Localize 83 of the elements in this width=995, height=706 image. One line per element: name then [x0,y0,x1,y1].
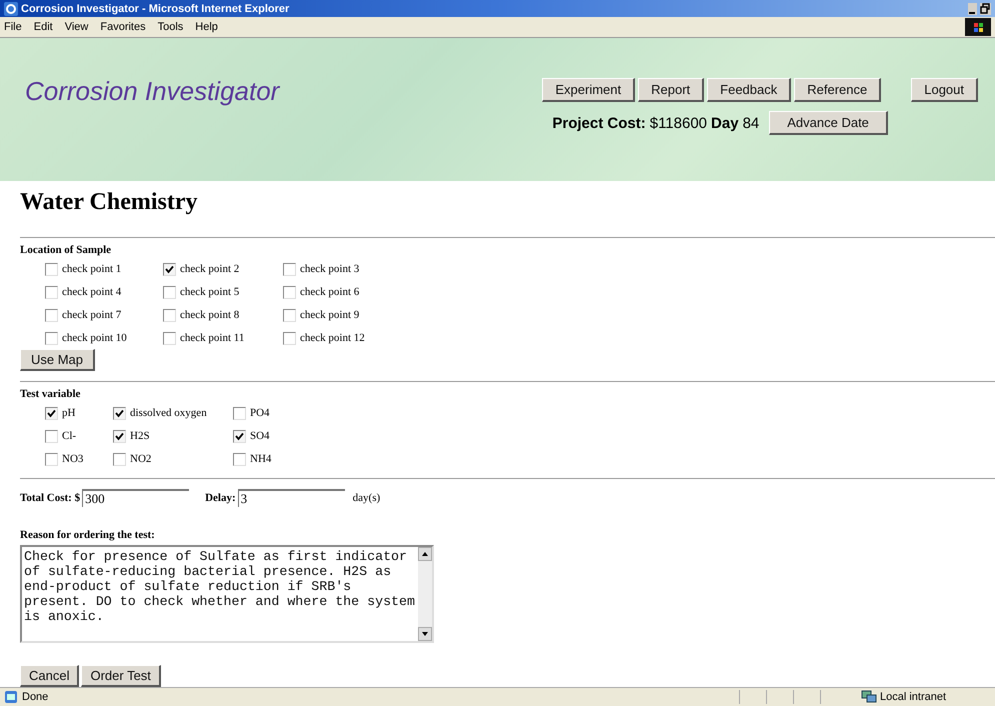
advance-date-button[interactable]: Advance Date [769,111,888,135]
checkbox-label: check point 6 [300,286,360,298]
form-button[interactable]: Cancel [20,665,80,687]
menu-item[interactable]: View [64,21,88,33]
checkbox-label: check point 11 [180,332,244,344]
checkbox[interactable] [45,286,58,298]
checkbox[interactable] [283,308,296,322]
window-title: Corrosion Investigator - Microsoft Internet Explorer [21,2,290,14]
menu-item[interactable]: Help [195,21,218,33]
checkbox-label: SO4 [250,430,270,442]
checkbox-label: pH [62,407,76,419]
checkbox[interactable] [113,406,126,420]
menu-item[interactable]: File [4,21,22,33]
checkbox-label: H2S [130,430,150,442]
checkbox[interactable] [113,430,126,442]
nav-button[interactable]: Reference [794,78,882,102]
nav-button[interactable]: Feedback [707,78,792,102]
menu-item[interactable]: Edit [34,21,53,33]
page-icon [4,690,18,704]
checkbox[interactable] [45,308,58,322]
checkbox[interactable] [283,262,296,276]
scrollbar[interactable] [418,547,432,641]
scroll-down-icon[interactable] [418,627,432,641]
menu-item[interactable]: Favorites [100,21,146,33]
zone-text: Local intranet [880,691,946,703]
checkbox-label: NO2 [130,453,152,465]
checkbox-label: check point 5 [180,286,240,298]
total-cost-label: Total Cost: $ [20,492,80,504]
checkbox-label: check point 12 [300,332,365,344]
checkbox[interactable] [45,430,58,442]
project-cost-label: Project Cost: [552,114,646,132]
delay-unit: day(s) [352,492,380,504]
section-label: Location of Sample [20,244,112,256]
checkbox-label: check point 7 [62,309,122,321]
network-icon [861,690,877,704]
browser-icon [4,2,18,16]
nav-button[interactable]: Report [638,78,704,102]
delay-field[interactable]: 3 [238,489,345,507]
checkbox[interactable] [45,262,58,276]
checkbox-label: Cl- [62,430,76,442]
form-button[interactable]: Order Test [81,665,161,687]
checkbox[interactable] [233,406,246,420]
checkbox-label: check point 9 [300,309,360,321]
project-cost-value: $118600 [650,114,708,132]
checkbox-label: NO3 [62,453,84,465]
checkbox-label: check point 4 [62,286,122,298]
windows-logo-icon [965,18,991,36]
total-cost-field[interactable]: 300 [82,489,190,507]
checkbox-label: check point 1 [62,263,122,275]
checkbox-label: PO4 [250,407,270,419]
checkbox[interactable] [45,452,58,466]
checkbox[interactable] [283,286,296,298]
checkbox[interactable] [163,332,176,344]
checkbox-label: NH4 [250,453,272,465]
menu-item[interactable]: Tools [158,21,184,33]
app-title: Corrosion Investigator [25,76,280,108]
checkbox-label: check point 8 [180,309,240,321]
day-value: 84 [742,114,760,132]
checkbox-label: check point 2 [180,263,240,275]
minimize-icon[interactable] [968,2,977,14]
checkbox[interactable] [163,262,176,276]
checkbox-label: dissolved oxygen [130,407,207,419]
status-text: Done [22,691,48,703]
checkbox[interactable] [233,430,246,442]
page-heading: Water Chemistry [20,189,199,217]
checkbox[interactable] [45,406,58,420]
checkbox[interactable] [233,452,246,466]
nav-button[interactable]: Experiment [542,78,636,102]
restore-icon[interactable] [980,2,991,14]
checkbox[interactable] [163,286,176,298]
reason-label: Reason for ordering the test: [20,529,156,541]
checkbox[interactable] [283,332,296,344]
logout-button[interactable]: Logout [911,78,978,102]
scroll-up-icon[interactable] [418,547,432,561]
checkbox[interactable] [163,308,176,322]
day-label: Day [711,114,739,132]
delay-label: Delay: [205,492,236,504]
checkbox[interactable] [45,332,58,344]
use-map-button[interactable]: Use Map [20,349,96,371]
checkbox-label: check point 3 [300,263,360,275]
checkbox[interactable] [113,452,126,466]
section-label: Test variable [20,388,82,400]
checkbox-label: check point 10 [62,332,127,344]
